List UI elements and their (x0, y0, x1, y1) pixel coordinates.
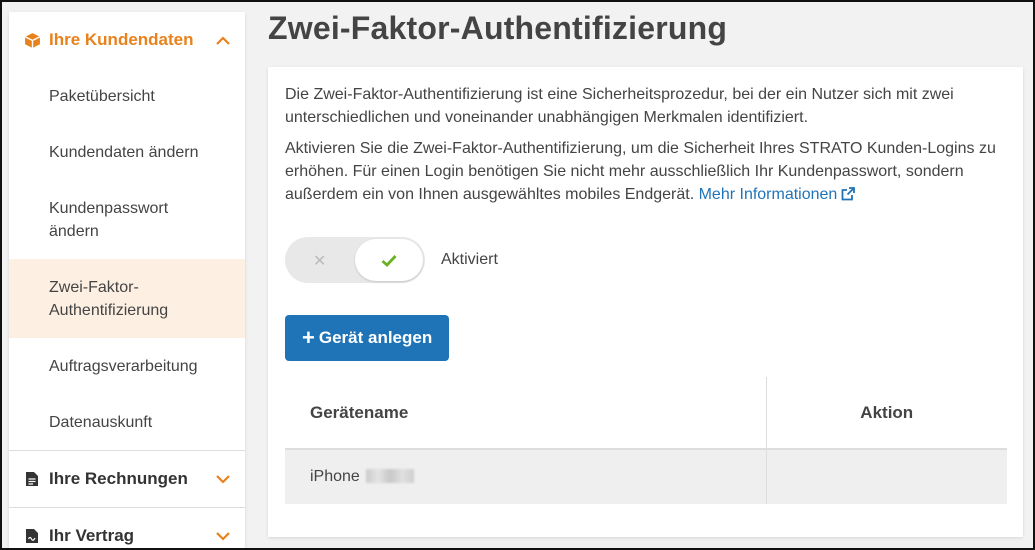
table-header-row: Gerätename Aktion (285, 377, 1007, 450)
section-invoices[interactable]: Ihre Rechnungen (9, 451, 245, 507)
add-device-button[interactable]: + Gerät anlegen (285, 315, 450, 361)
description-text: Aktivieren Sie die Zwei-Faktor-Authentif… (285, 137, 1006, 208)
description-body: Aktivieren Sie die Zwei-Faktor-Authentif… (285, 140, 996, 203)
sidebar-item-label: Kundendaten ändern (49, 143, 199, 161)
plus-icon: + (302, 325, 315, 350)
sidebar-item-order-processing[interactable]: Auftragsverarbeitung (9, 338, 245, 394)
sidebar-item-label: Kundenpasswort ändern (49, 199, 169, 240)
section-contract[interactable]: Ihr Vertrag (9, 508, 245, 550)
add-device-label: Gerät anlegen (318, 328, 433, 347)
section-invoices-label: Ihre Rechnungen (49, 469, 188, 488)
sidebar-nav: Ihre Kundendaten Paketübersicht Kundenda… (9, 12, 245, 550)
chevron-down-icon (215, 528, 231, 544)
more-info-label: Mehr Informationen (698, 186, 838, 203)
section-customer-data[interactable]: Ihre Kundendaten (9, 12, 245, 68)
device-name-cell: iPhone (285, 449, 767, 504)
sidebar-item-label: Paketübersicht (49, 87, 155, 105)
document-icon (23, 470, 41, 488)
box-icon (23, 31, 41, 49)
intro-text: Die Zwei-Faktor-Authentifizierung ist ei… (285, 86, 954, 126)
section-customer-label: Ihre Kundendaten (49, 30, 194, 49)
toggle-knob[interactable] (355, 239, 423, 281)
sidebar-item-data-request[interactable]: Datenauskunft (9, 394, 245, 450)
contract-icon (23, 527, 41, 545)
page-title: Zwei-Faktor-Authentifizierung (268, 10, 728, 46)
chevron-down-icon (215, 471, 231, 487)
sidebar-item-label: Auftragsverarbeitung (49, 357, 198, 375)
two-factor-card: Die Zwei-Faktor-Authentifizierung ist ei… (268, 67, 1023, 537)
sidebar-item-label: Zwei-Faktor-Authentifizierung (49, 278, 169, 319)
devices-table: Gerätename Aktion iPhone (285, 377, 1007, 504)
sidebar-item-edit-customer-data[interactable]: Kundendaten ändern (9, 124, 245, 180)
toggle-off-icon: ✕ (313, 253, 327, 270)
more-info-link[interactable]: Mehr Informationen (699, 186, 856, 203)
external-link-icon (841, 185, 856, 208)
table-row: iPhone (285, 449, 1007, 504)
chevron-up-icon (215, 32, 231, 48)
column-header-action: Aktion (766, 377, 1007, 450)
sidebar-item-change-password[interactable]: Kundenpasswort ändern (9, 180, 245, 259)
sidebar-item-two-factor[interactable]: Zwei-Faktor-Authentifizierung (9, 259, 245, 338)
sidebar-item-package-overview[interactable]: Paketübersicht (9, 68, 245, 124)
two-factor-toggle-row: ✕ Aktiviert (285, 237, 498, 283)
redacted-text (365, 469, 414, 483)
section-contract-label: Ihr Vertrag (49, 526, 135, 545)
column-header-device-name: Gerätename (285, 377, 767, 450)
device-name: iPhone (310, 468, 360, 485)
toggle-status-label: Aktiviert (441, 251, 498, 268)
checkmark-icon (381, 254, 397, 267)
two-factor-toggle[interactable]: ✕ (285, 237, 425, 283)
device-action-cell (766, 449, 1007, 504)
sidebar-item-label: Datenauskunft (49, 413, 153, 431)
